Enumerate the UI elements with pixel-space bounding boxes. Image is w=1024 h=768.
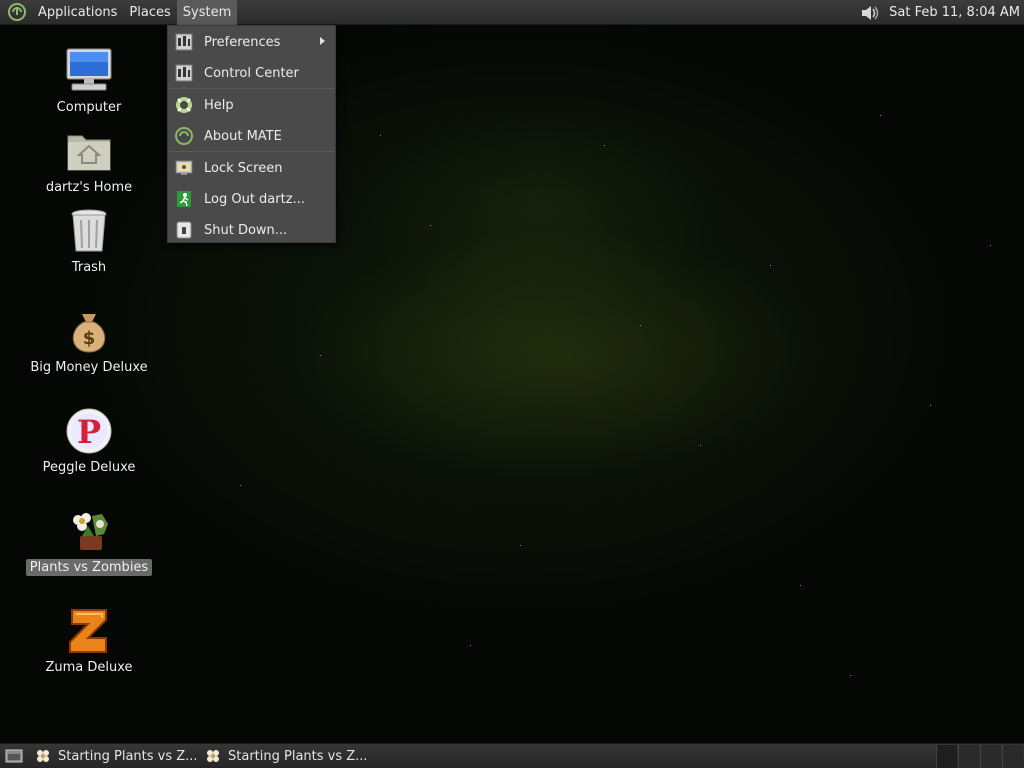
preferences-icon bbox=[174, 32, 194, 52]
menu-item-label: Log Out dartz... bbox=[204, 191, 305, 207]
desktop-icon-peggle-deluxe[interactable]: P Peggle Deluxe bbox=[24, 405, 154, 476]
desktop-icon-label: Peggle Deluxe bbox=[42, 460, 136, 475]
menu-item-control-center[interactable]: Control Center bbox=[168, 58, 335, 88]
applications-menu[interactable]: Applications bbox=[32, 0, 123, 25]
menu-item-label: Preferences bbox=[204, 34, 281, 50]
peggle-icon: P bbox=[63, 405, 115, 457]
workspace-4[interactable] bbox=[1002, 745, 1023, 768]
desktop-icon-label: Big Money Deluxe bbox=[30, 360, 148, 375]
home-folder-icon bbox=[63, 125, 115, 177]
help-lifebuoy-icon bbox=[174, 95, 194, 115]
task-label: Starting Plants vs Z... bbox=[228, 748, 366, 764]
menu-item-log-out[interactable]: Log Out dartz... bbox=[168, 184, 335, 214]
svg-text:$: $ bbox=[83, 328, 96, 349]
clock[interactable]: Sat Feb 11, 8:04 AM bbox=[889, 5, 1024, 20]
zuma-icon bbox=[63, 605, 115, 657]
task-button[interactable]: Starting Plants vs Z... bbox=[30, 745, 196, 768]
mate-logo-icon bbox=[174, 126, 194, 146]
volume-icon[interactable] bbox=[859, 2, 881, 24]
system-menu: Preferences Control Center Help About MA… bbox=[167, 25, 336, 243]
desktop-icon-zuma-deluxe[interactable]: Zuma Deluxe bbox=[24, 605, 154, 676]
desktop-icon-label: Trash bbox=[71, 260, 107, 275]
lock-screen-icon bbox=[174, 158, 194, 178]
task-button[interactable]: Starting Plants vs Z... bbox=[200, 745, 366, 768]
workspace-3[interactable] bbox=[980, 745, 1001, 768]
log-out-icon bbox=[174, 189, 194, 209]
menu-separator bbox=[168, 151, 335, 152]
menu-item-label: Lock Screen bbox=[204, 160, 283, 176]
bottom-panel: Starting Plants vs Z... Starting Plants … bbox=[0, 743, 1024, 768]
desktop-icon-trash[interactable]: Trash bbox=[24, 205, 154, 276]
menu-separator bbox=[168, 88, 335, 89]
desktop-icon-big-money-deluxe[interactable]: $ Big Money Deluxe bbox=[24, 305, 154, 376]
desktop-icon-label: Plants vs Zombies bbox=[25, 559, 153, 576]
places-menu[interactable]: Places bbox=[123, 0, 176, 25]
desktop-icon-label: dartz's Home bbox=[45, 180, 133, 195]
shut-down-icon bbox=[174, 220, 194, 240]
menu-item-preferences[interactable]: Preferences bbox=[168, 27, 335, 57]
menu-item-label: Help bbox=[204, 97, 234, 113]
desktop-icon-label: Computer bbox=[56, 100, 122, 115]
trash-icon bbox=[63, 205, 115, 257]
control-center-icon bbox=[174, 63, 194, 83]
workspace-1[interactable] bbox=[936, 745, 957, 768]
menu-item-label: About MATE bbox=[204, 128, 282, 144]
system-menu-button[interactable]: System bbox=[176, 0, 238, 25]
mate-logo-icon[interactable] bbox=[6, 1, 28, 23]
flower-icon bbox=[206, 748, 220, 764]
menu-item-shut-down[interactable]: Shut Down... bbox=[168, 215, 335, 245]
desktop-icon-computer[interactable]: Computer bbox=[24, 45, 154, 116]
desktop-icon-plants-vs-zombies[interactable]: Plants vs Zombies bbox=[24, 505, 154, 576]
menu-item-label: Shut Down... bbox=[204, 222, 288, 238]
svg-text:P: P bbox=[77, 413, 101, 451]
submenu-arrow-icon bbox=[320, 37, 325, 45]
desktop-background[interactable]: Computer dartz's Home Trash $ Big Money … bbox=[0, 25, 1024, 743]
desktop-icon-label: Zuma Deluxe bbox=[45, 660, 133, 675]
menu-item-label: Control Center bbox=[204, 65, 299, 81]
workspace-2[interactable] bbox=[958, 745, 979, 768]
menu-item-help[interactable]: Help bbox=[168, 90, 335, 120]
plants-vs-zombies-icon bbox=[63, 505, 115, 557]
show-desktop-icon[interactable] bbox=[2, 745, 26, 767]
menu-item-about-mate[interactable]: About MATE bbox=[168, 121, 335, 151]
computer-icon bbox=[63, 45, 115, 97]
top-panel: Applications Places System Sat Feb 11, 8… bbox=[0, 0, 1024, 25]
desktop-icon-home[interactable]: dartz's Home bbox=[24, 125, 154, 196]
menu-item-lock-screen[interactable]: Lock Screen bbox=[168, 153, 335, 183]
flower-icon bbox=[36, 748, 50, 764]
task-label: Starting Plants vs Z... bbox=[58, 748, 196, 764]
money-bag-icon: $ bbox=[63, 305, 115, 357]
